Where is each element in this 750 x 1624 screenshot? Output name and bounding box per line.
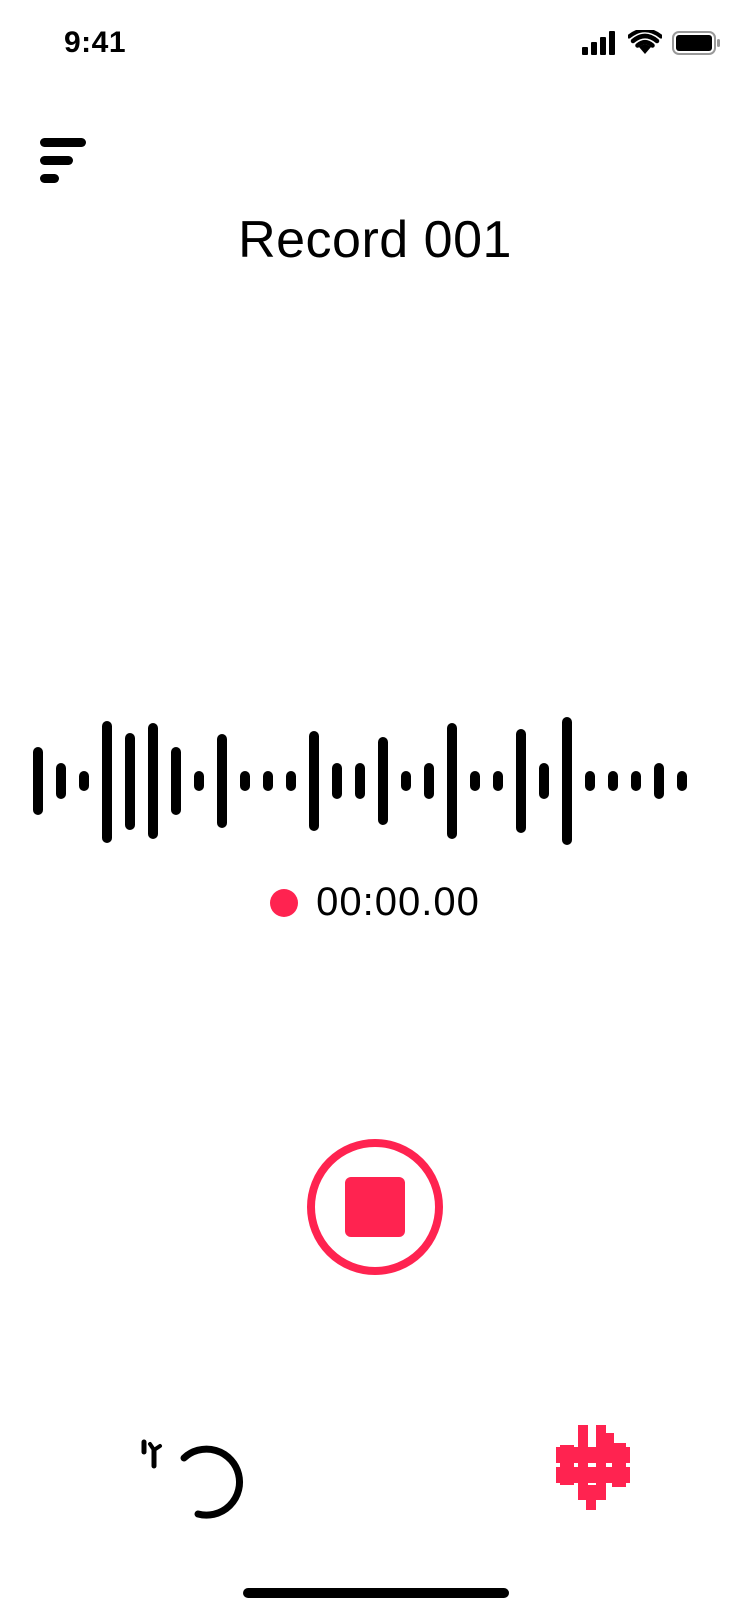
flag-button[interactable] xyxy=(556,1425,636,1510)
flag-icon xyxy=(556,1425,630,1510)
recording-timer: 00:00.00 xyxy=(0,880,750,925)
elapsed-time: 00:00.00 xyxy=(316,880,480,924)
recording-title: Record 001 xyxy=(238,211,512,269)
home-indicator[interactable] xyxy=(243,1588,509,1598)
menu-icon xyxy=(40,138,86,183)
stop-icon xyxy=(307,1139,443,1275)
stop-button[interactable] xyxy=(306,1138,444,1276)
wifi-icon xyxy=(628,30,662,54)
audio-waveform xyxy=(33,717,687,845)
menu-button[interactable] xyxy=(40,138,90,186)
battery-icon xyxy=(672,31,720,55)
status-icons xyxy=(582,30,720,56)
signal-icon xyxy=(582,31,615,55)
undo-icon xyxy=(141,1439,244,1519)
status-time: 9:41 xyxy=(64,26,127,59)
undo-button[interactable] xyxy=(140,1430,250,1520)
status-bar: 9:41 xyxy=(0,0,750,90)
recording-indicator xyxy=(270,888,299,917)
